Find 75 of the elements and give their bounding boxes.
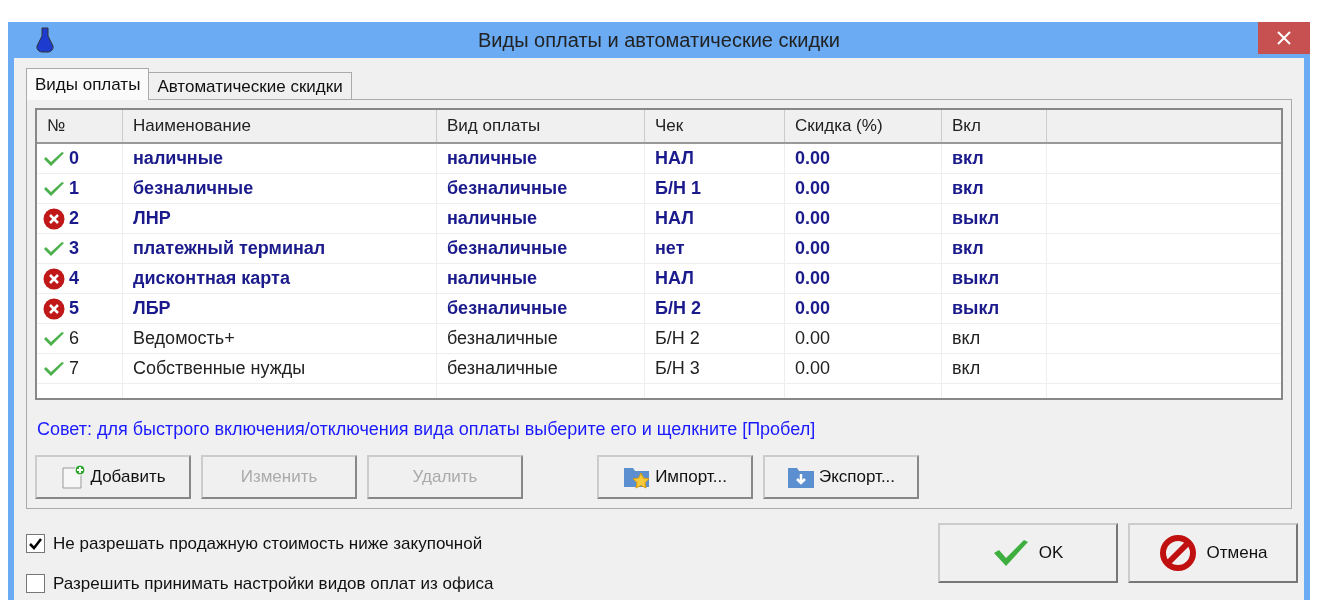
table-cell-text: безналичные [447, 327, 558, 350]
table-cell-text: НАЛ [655, 267, 694, 290]
table-cell-text: выкл [952, 267, 1000, 290]
table-cell-text: наличные [447, 207, 538, 230]
table-cell-text: 0.00 [795, 177, 831, 200]
check-icon [992, 539, 1029, 567]
close-button[interactable] [1258, 22, 1310, 54]
table-cell-text: Ведомость+ [133, 327, 235, 350]
table-cell-text: Б/Н 1 [655, 177, 701, 200]
table-cell-text: вкл [952, 177, 984, 200]
checkbox[interactable] [26, 534, 45, 554]
table-cell-text: 0.00 [795, 207, 831, 230]
checkbox-label: Разрешить принимать настройки видов оплат из офиса [53, 572, 494, 595]
table-cell-text: 0.00 [795, 237, 831, 260]
tab[interactable]: Виды оплаты [26, 68, 150, 100]
table-cell-text: НАЛ [655, 207, 694, 230]
table-cell-text: наличные [447, 147, 538, 170]
close-icon [1277, 31, 1291, 45]
toolbar-button[interactable]: Импорт... [597, 455, 753, 499]
table-cell-text: 4 [69, 267, 79, 290]
prohibition-icon [1158, 534, 1197, 572]
table-cell-text: Б/Н 2 [655, 297, 701, 320]
table-cell-text: 5 [69, 297, 79, 320]
toolbar-button[interactable]: Добавить [35, 455, 191, 499]
table-cell-text: Б/Н 3 [655, 357, 700, 380]
table-cell-text: вкл [952, 357, 981, 380]
table-cell-text: вкл [952, 147, 984, 170]
table-cell-text: наличные [447, 267, 538, 290]
table-cell-text: нет [655, 237, 685, 260]
table-cell-text: ЛБР [133, 297, 171, 320]
checkbox-label: Не разрешать продажную стоимость ниже закупочной [53, 533, 483, 555]
table-cell-text: 0.00 [795, 297, 831, 320]
table-cell-text: безналичные [447, 237, 568, 260]
table-cell-text: вкл [952, 237, 984, 260]
table-cell-text: 7 [69, 357, 79, 380]
table-cell-text: Собственные нужды [133, 357, 306, 380]
table-cell-text: безналичные [133, 177, 254, 200]
table-cell-text: 3 [69, 237, 79, 260]
table-cell-text: Б/Н 2 [655, 327, 700, 350]
tab[interactable]: Автоматические скидки [149, 72, 352, 100]
checkbox[interactable] [26, 573, 45, 593]
table-cell-text: 6 [69, 327, 79, 350]
ok-button[interactable]: OK [938, 523, 1118, 583]
table-cell-text: 0.00 [795, 147, 831, 170]
column-header[interactable]: Наименование [123, 110, 437, 142]
tip-text: Совет: для быстрого включения/отключения вида оплаты выберите его и щелкните [Пробел] [37, 418, 817, 441]
table-cell-text: дисконтная карта [133, 267, 290, 290]
flask-icon [36, 27, 54, 53]
table-cell-text: 0.00 [795, 327, 831, 350]
new-document-icon [60, 464, 87, 490]
cancel-button[interactable]: Отмена [1128, 523, 1298, 583]
window-title: Виды оплаты и автоматические скидки [477, 28, 841, 53]
table-cell-text: безналичные [447, 297, 568, 320]
table-cell-text: наличные [133, 147, 224, 170]
table-cell-text: вкл [952, 327, 981, 350]
table-cell-text: безналичные [447, 177, 568, 200]
toolbar-button[interactable]: Экспорт... [763, 455, 919, 499]
column-header[interactable]: Скидка (%) [785, 110, 942, 142]
table-cell-text: выкл [952, 207, 1000, 230]
checkmark-icon [29, 537, 42, 550]
table-cell-text: ЛНР [133, 207, 171, 230]
table-cell-text: 0 [69, 147, 79, 170]
table-cell-text: 0.00 [795, 267, 831, 290]
table-cell-text: 0.00 [795, 357, 831, 380]
column-header[interactable]: Чек [645, 110, 785, 142]
table-cell-text: выкл [952, 297, 1000, 320]
column-header[interactable]: № [37, 110, 123, 142]
table-cell-text: платежный терминал [133, 237, 326, 260]
table-cell-text: 2 [69, 207, 79, 230]
column-header[interactable]: Вид оплаты [437, 110, 645, 142]
table-cell-text: НАЛ [655, 147, 694, 170]
table-cell-text: безналичные [447, 357, 558, 380]
folder-arrow-icon [786, 465, 815, 489]
table-cell-text: 1 [69, 177, 79, 200]
column-header[interactable]: Вкл [942, 110, 1047, 142]
